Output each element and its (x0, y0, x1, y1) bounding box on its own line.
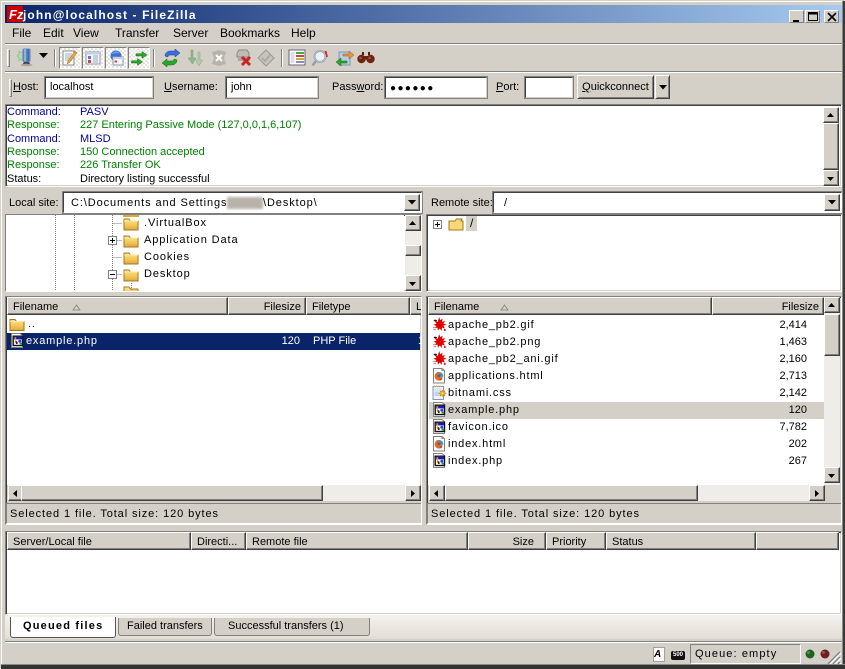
svg-text:Fz: Fz (9, 7, 23, 22)
